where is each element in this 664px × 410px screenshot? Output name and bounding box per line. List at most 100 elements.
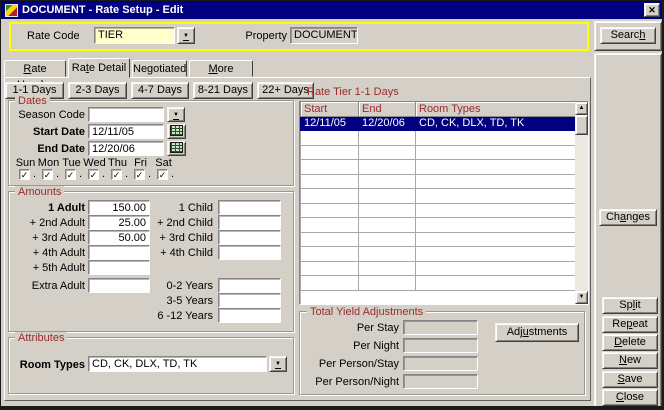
table-row-empty[interactable] (301, 203, 576, 218)
table-row-empty[interactable] (301, 276, 576, 291)
rate-tier-table: Start End Room Types 12/11/05 12/20/06 C… (300, 102, 576, 291)
day-checkbox-mon[interactable]: ✓ (42, 169, 53, 180)
scroll-down-button[interactable]: ▼ (575, 291, 588, 304)
repeat-button[interactable]: Repeat (602, 316, 658, 333)
tab-4-7-days[interactable]: 4-7 Days (131, 82, 189, 99)
adjustments-button[interactable]: Adjustments (495, 323, 579, 342)
years-6-12-label: 6 -12 Years (101, 310, 213, 322)
adult1-label: 1 Adult (3, 202, 85, 214)
child2-input[interactable] (218, 215, 281, 230)
per-night-field (403, 338, 478, 353)
start-date-input[interactable]: 12/11/05 (88, 124, 164, 139)
child4-label: + 4th Child (101, 247, 213, 259)
scroll-down-icon: ▼ (579, 294, 585, 300)
room-types-input[interactable]: CD, CK, DLX, TD, TK (88, 356, 267, 372)
close-button-bottom[interactable]: Close (602, 389, 658, 406)
day-checkbox-fri[interactable]: ✓ (134, 169, 145, 180)
start-date-label: Start Date (3, 126, 85, 138)
table-scrollbar[interactable]: ▲ ▼ (575, 102, 588, 304)
rate-tier-caption: Rate Tier 1-1 Days (307, 86, 399, 98)
tab-rate-header[interactable]: Rate Header (4, 60, 66, 77)
per-person-night-field (403, 374, 478, 389)
column-header-end: End (359, 102, 416, 116)
calendar-icon (170, 142, 183, 153)
header-panel: Rate Code TIER ▼ Property DOCUMENT (9, 22, 589, 51)
dot: . (56, 168, 59, 180)
child3-input[interactable] (218, 230, 281, 245)
tab-2-3-days[interactable]: 2-3 Days (68, 82, 127, 99)
close-icon: ✕ (648, 5, 656, 15)
table-row-empty[interactable] (301, 174, 576, 189)
table-row-empty[interactable] (301, 261, 576, 276)
tab-22plus-days[interactable]: 22+ Days (257, 82, 314, 99)
years-0-2-label: 0-2 Years (101, 280, 213, 292)
column-header-room-types: Room Types (416, 102, 576, 116)
scroll-thumb[interactable] (575, 115, 588, 135)
years-0-2-input[interactable] (218, 278, 281, 293)
child1-input[interactable] (218, 200, 281, 215)
dot: . (102, 168, 105, 180)
tab-rate-detail[interactable]: Rate Detail (68, 58, 130, 78)
lov-arrow-icon: ▼ (173, 112, 179, 120)
amounts-group-title: Amounts (15, 186, 64, 198)
tab-8-21-days[interactable]: 8-21 Days (193, 82, 253, 99)
end-date-input[interactable]: 12/20/06 (88, 141, 164, 156)
save-button[interactable]: Save (602, 371, 658, 388)
search-button[interactable]: Search (600, 27, 656, 44)
table-row-empty[interactable] (301, 160, 576, 175)
lov-arrow-icon: ▼ (183, 33, 189, 41)
start-date-calendar-button[interactable] (167, 124, 186, 139)
adult5-input[interactable] (88, 260, 150, 275)
season-code-input[interactable] (88, 107, 164, 122)
per-person-night-label: Per Person/Night (303, 376, 399, 388)
adult2-label: + 2nd Adult (3, 217, 85, 229)
rate-code-input[interactable]: TIER (94, 27, 175, 44)
column-header-start: Start (301, 102, 359, 116)
room-types-lov-button[interactable]: ▼ (269, 356, 287, 372)
table-row-selected[interactable]: 12/11/05 12/20/06 CD, CK, DLX, TD, TK (301, 116, 576, 131)
years-3-5-input[interactable] (218, 293, 281, 308)
child2-label: + 2nd Child (101, 217, 213, 229)
table-row-empty[interactable] (301, 247, 576, 262)
day-checkbox-tue[interactable]: ✓ (65, 169, 76, 180)
delete-button[interactable]: Delete (602, 334, 658, 351)
new-button[interactable]: New (602, 352, 658, 369)
per-night-label: Per Night (303, 340, 399, 352)
table-row-empty[interactable] (301, 232, 576, 247)
dot: . (33, 168, 36, 180)
day-checkbox-sat[interactable]: ✓ (157, 169, 168, 180)
day-checkbox-wed[interactable]: ✓ (88, 169, 99, 180)
day-checkbox-sun[interactable]: ✓ (19, 169, 30, 180)
scroll-up-icon: ▲ (579, 105, 585, 111)
tab-negotiated[interactable]: Negotiated (132, 60, 187, 77)
calendar-icon (170, 125, 183, 136)
end-date-calendar-button[interactable] (167, 141, 186, 156)
rate-tier-table-container: Start End Room Types 12/11/05 12/20/06 C… (299, 101, 589, 305)
end-date-label: End Date (3, 143, 85, 155)
table-row-empty[interactable] (301, 189, 576, 204)
day-checkbox-thu[interactable]: ✓ (111, 169, 122, 180)
app-icon (5, 4, 18, 17)
dot: . (79, 168, 82, 180)
tab-more[interactable]: More (189, 60, 253, 77)
years-6-12-input[interactable] (218, 308, 281, 323)
child4-input[interactable] (218, 245, 281, 260)
split-button[interactable]: Split (602, 297, 658, 314)
dot: . (125, 168, 128, 180)
table-row-empty[interactable] (301, 218, 576, 233)
child3-label: + 3rd Child (101, 232, 213, 244)
scroll-up-button[interactable]: ▲ (575, 102, 588, 115)
table-row-empty[interactable] (301, 145, 576, 160)
property-label: Property (191, 30, 287, 42)
cell-room-types: CD, CK, DLX, TD, TK (416, 116, 576, 131)
lov-arrow-icon: ▼ (275, 361, 281, 369)
close-button[interactable]: ✕ (644, 3, 660, 17)
per-person-stay-label: Per Person/Stay (303, 358, 399, 370)
table-row-empty[interactable] (301, 131, 576, 146)
adult5-label: + 5th Adult (3, 262, 85, 274)
rate-code-label: Rate Code (27, 30, 80, 42)
season-code-lov-button[interactable]: ▼ (167, 107, 185, 122)
adult3-label: + 3rd Adult (3, 232, 85, 244)
rate-setup-window: DOCUMENT - Rate Setup - Edit ✕ Rate Code… (0, 0, 664, 410)
changes-button[interactable]: Changes (599, 209, 657, 226)
